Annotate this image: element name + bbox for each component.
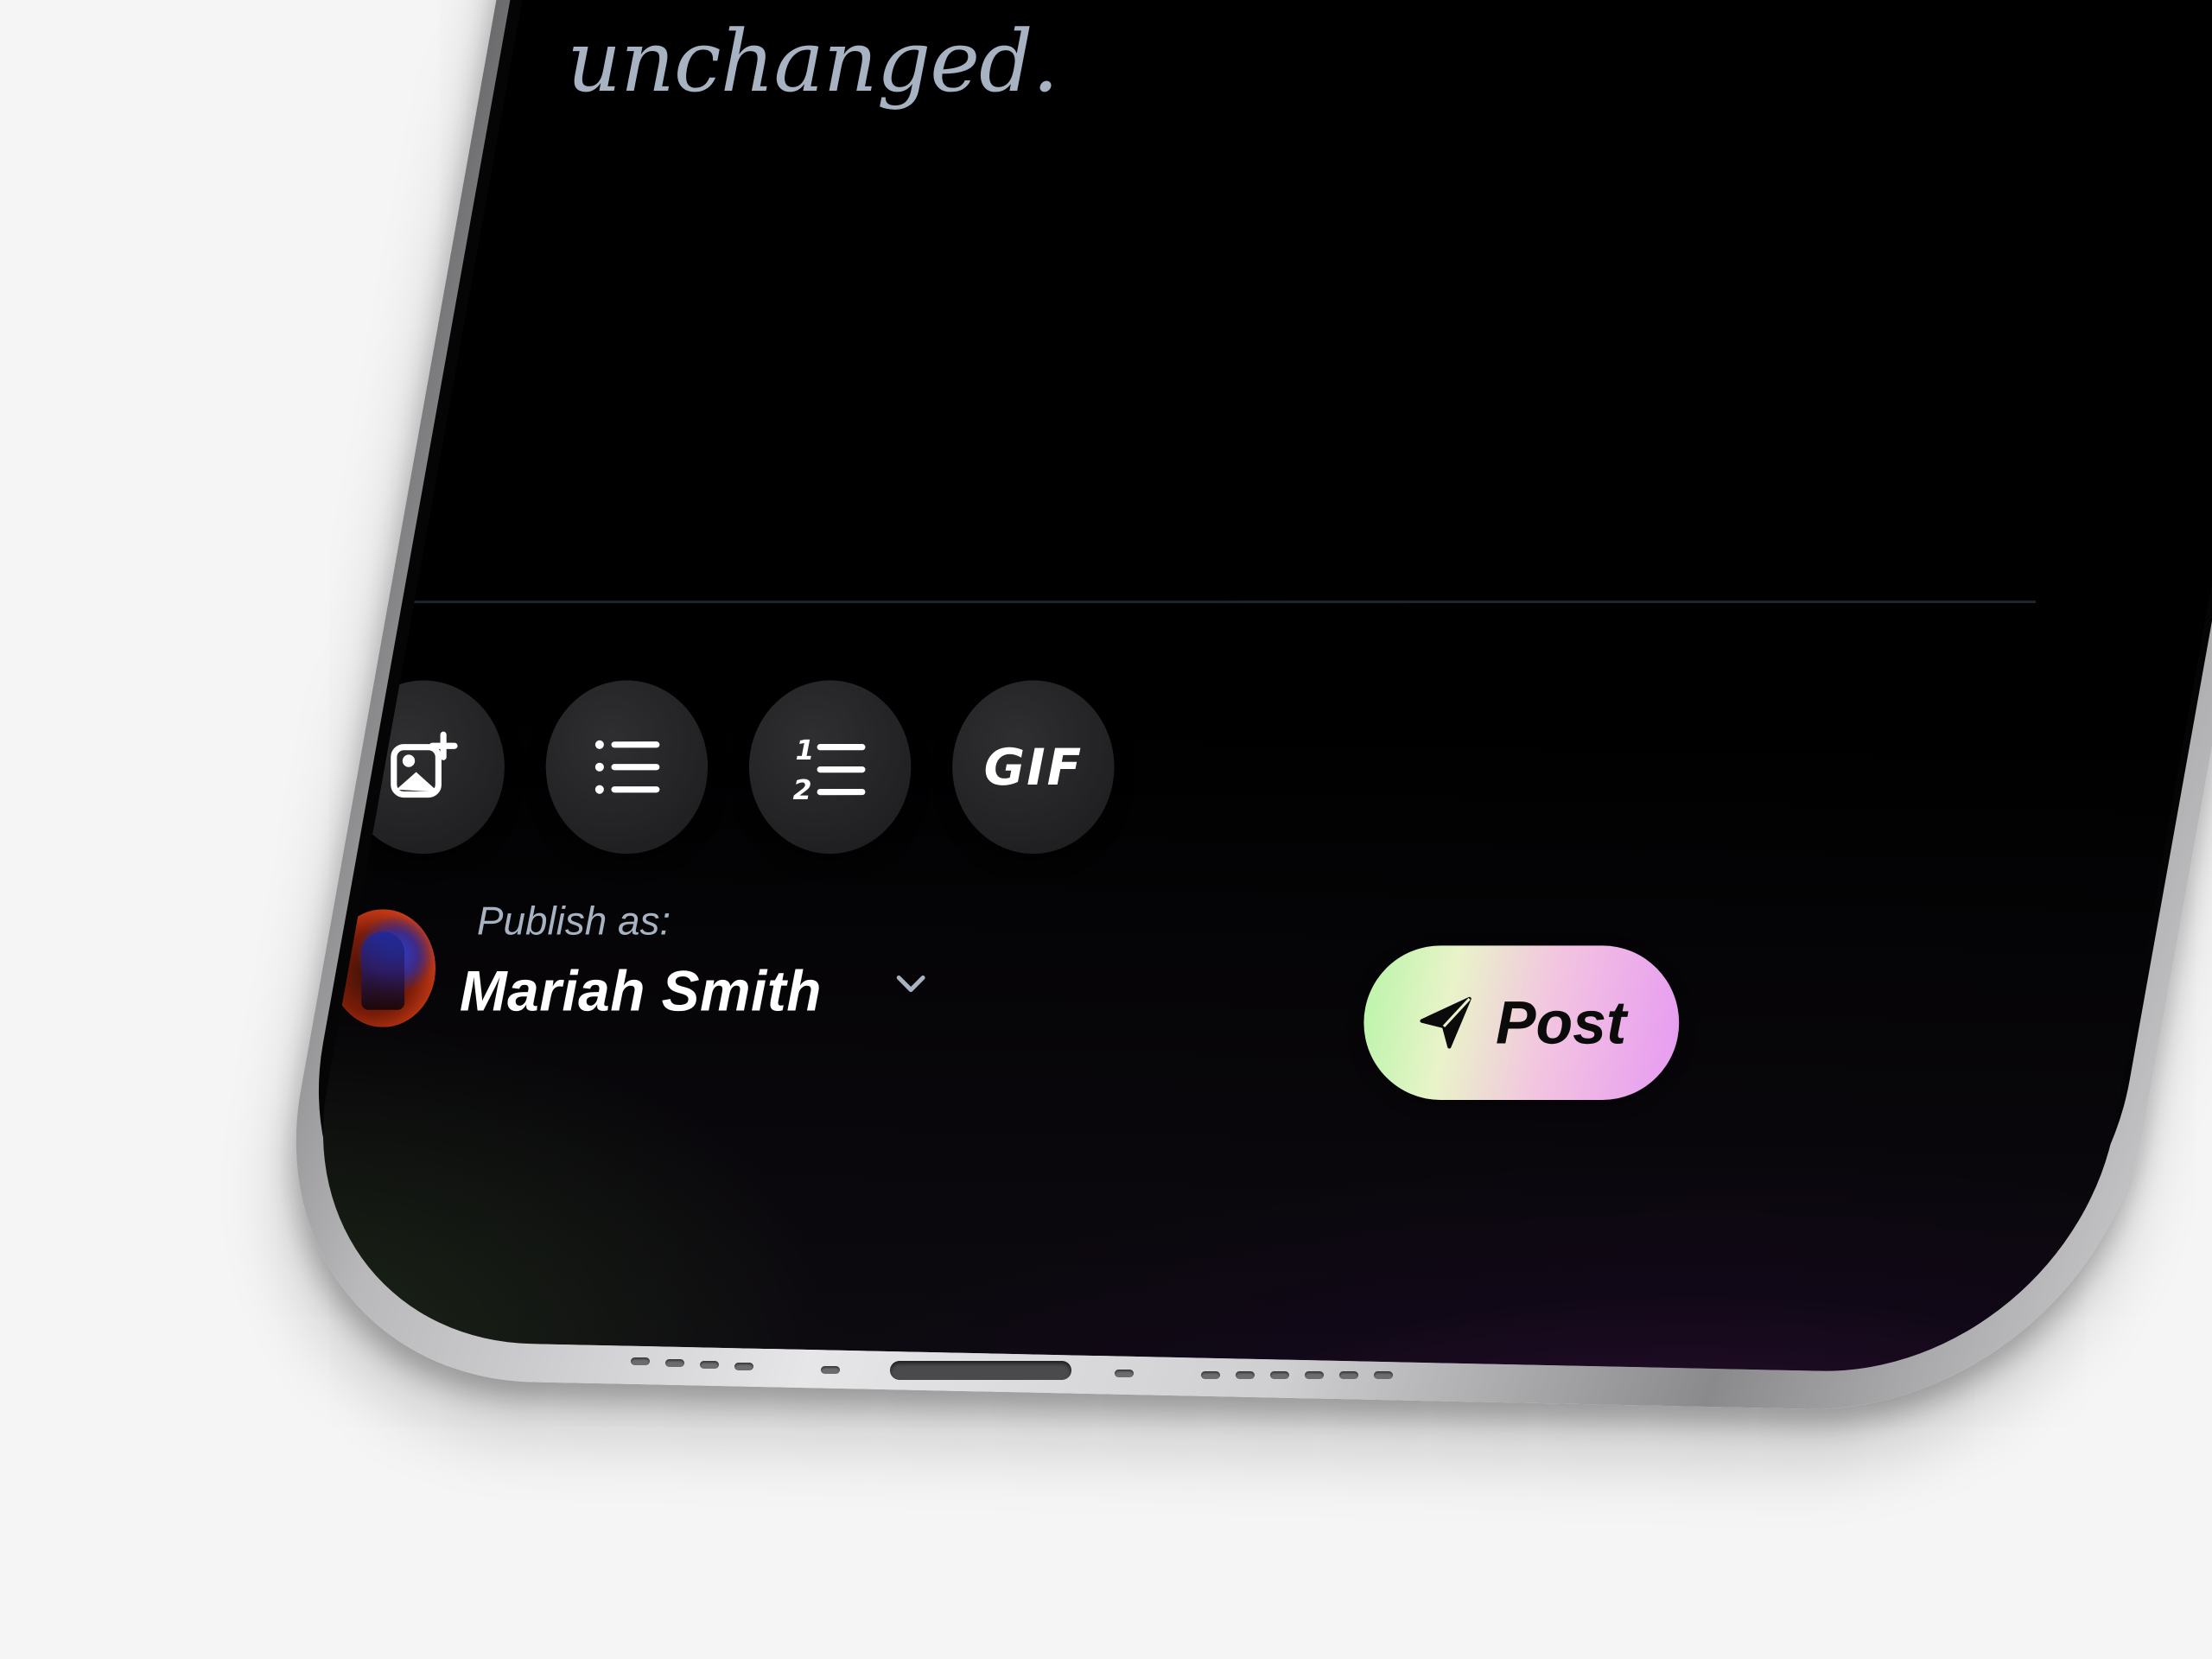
speaker-grille [821,1366,840,1374]
speaker-grille [631,1357,650,1365]
composer: unchanged. 1 2 GIF Publish as: Mariah Sm… [283,0,2071,1357]
send-icon [1420,996,1471,1049]
speaker-grille [734,1363,753,1370]
composer-divider [308,601,2037,604]
gif-icon: GIF [983,737,1084,797]
image-plus-icon [391,731,458,798]
formatting-toolbar: 1 2 GIF [342,680,1115,855]
speaker-grille [1305,1371,1324,1379]
speaker-grille [1115,1370,1134,1377]
post-body-text[interactable]: unchanged. [567,13,1058,111]
numbered-list-button[interactable]: 1 2 [748,680,912,855]
speaker-grille [665,1359,684,1367]
bullet-list-icon [594,740,660,794]
chevron-down-icon[interactable] [890,963,931,1004]
device-mockup: unchanged. 1 2 GIF Publish as: Mariah Sm… [0,0,2212,1659]
publish-as-row: Publish as: Mariah Smith Post [330,897,1726,1100]
phone-frame: unchanged. 1 2 GIF Publish as: Mariah Sm… [249,0,2212,1415]
phone-screen: unchanged. 1 2 GIF Publish as: Mariah Sm… [282,0,2212,1376]
speaker-grille [1270,1371,1289,1379]
publish-as-label: Publish as: [476,898,671,944]
bulleted-list-button[interactable] [545,680,709,855]
speaker-grille [1201,1371,1220,1379]
gif-button[interactable]: GIF [952,680,1115,855]
post-button[interactable]: Post [1363,945,1680,1100]
author-name[interactable]: Mariah Smith [460,957,822,1023]
speaker-grille [700,1361,719,1369]
svg-text:2: 2 [793,775,812,806]
speaker-grille [1236,1371,1255,1379]
post-button-label: Post [1496,988,1627,1057]
svg-text:1: 1 [796,735,815,766]
charging-port [890,1361,1071,1380]
speaker-grille [1339,1371,1358,1379]
avatar-portrait [361,931,405,1010]
phone-bottom-edge [484,1344,1763,1395]
numbered-list-icon: 1 2 [793,735,866,806]
speaker-grille [1374,1371,1393,1379]
